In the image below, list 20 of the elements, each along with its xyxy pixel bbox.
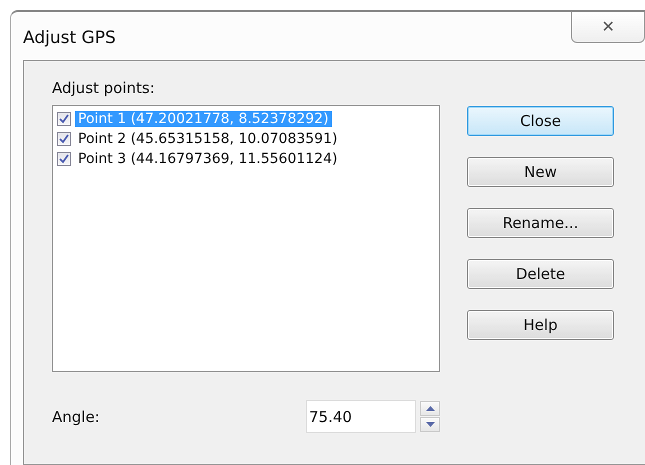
spin-down-button[interactable] [420,417,440,432]
dialog-button[interactable]: Help [467,310,614,340]
angle-label: Angle: [52,408,100,426]
dialog-button[interactable]: Delete [467,259,614,289]
list-item[interactable]: Point 3 (44.16797369, 11.55601124) [75,151,340,167]
checkbox[interactable] [57,152,71,166]
down-triangle-icon [426,422,434,427]
angle-field[interactable]: 75.40 [306,400,416,433]
dialog-button[interactable]: Close [467,106,614,136]
list-item[interactable]: Point 2 (45.65315158, 10.07083591) [75,131,340,147]
list-label: Adjust points: [52,79,156,97]
up-triangle-icon [426,406,434,411]
checkbox[interactable] [57,112,71,126]
checkbox[interactable] [57,132,71,146]
dialog-button[interactable]: Rename... [467,208,614,238]
spin-up-button[interactable] [420,401,440,416]
close-button[interactable]: ✕ [571,12,645,43]
points-list[interactable]: Point 1 (47.20021778, 8.52378292) Point 2 (45.65315158, 10.07083591) Point 3 (44.16797369, 11.55601124) [52,105,440,372]
dialog-button[interactable]: New [467,157,614,187]
window-title: Adjust GPS [23,28,116,48]
